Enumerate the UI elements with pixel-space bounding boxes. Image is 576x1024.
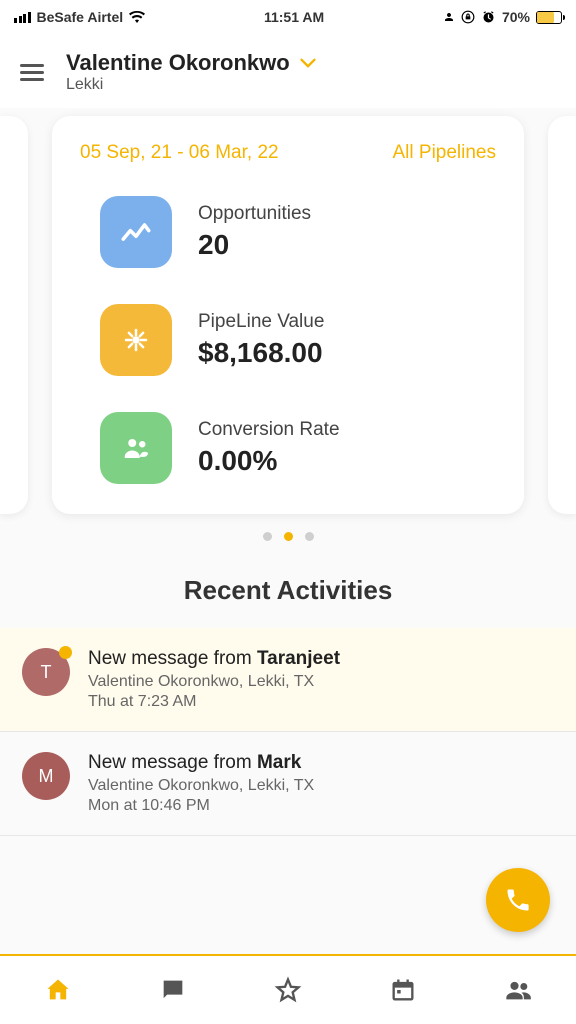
nav-contacts[interactable]	[503, 975, 533, 1005]
dot[interactable]	[263, 532, 272, 541]
menu-icon[interactable]	[20, 64, 44, 81]
person-icon	[443, 11, 455, 23]
nav-calendar[interactable]	[388, 975, 418, 1005]
app-header: Valentine Okoronkwo Lekki	[0, 34, 576, 108]
status-time: 11:51 AM	[264, 9, 324, 25]
phone-icon	[504, 886, 532, 914]
dot-active[interactable]	[284, 532, 293, 541]
lock-rotation-icon	[461, 10, 475, 24]
battery-percent: 70%	[502, 9, 530, 25]
pipelines-filter[interactable]: All Pipelines	[393, 142, 497, 164]
metric-label: Conversion Rate	[198, 419, 340, 441]
avatar: T	[22, 648, 70, 696]
people-icon	[504, 976, 532, 1004]
activity-time: Mon at 10:46 PM	[88, 797, 554, 815]
status-right: 70%	[443, 9, 562, 25]
metric-label: PipeLine Value	[198, 311, 324, 333]
activity-sub: Valentine Okoronkwo, Lekki, TX	[88, 673, 554, 691]
opportunities-icon	[100, 196, 172, 268]
user-location: Lekki	[66, 76, 316, 94]
section-title: Recent Activities	[0, 575, 576, 606]
signal-icon	[14, 12, 31, 23]
metric-label: Opportunities	[198, 203, 311, 225]
activity-title: New message from Taranjeet	[88, 648, 554, 670]
carousel-dots[interactable]	[0, 532, 576, 541]
calendar-icon	[389, 976, 417, 1004]
activity-item[interactable]: M New message from Mark Valentine Okoron…	[0, 732, 576, 836]
status-left: BeSafe Airtel	[14, 9, 145, 25]
battery-icon	[536, 11, 562, 24]
activity-sub: Valentine Okoronkwo, Lekki, TX	[88, 777, 554, 795]
carrier-label: BeSafe Airtel	[37, 9, 124, 25]
chevron-down-icon	[300, 58, 316, 68]
dot[interactable]	[305, 532, 314, 541]
nav-home[interactable]	[43, 975, 73, 1005]
chat-icon	[159, 976, 187, 1004]
pipeline-value-icon	[100, 304, 172, 376]
metric-value: 0.00%	[198, 445, 340, 477]
wifi-icon	[129, 11, 145, 23]
conversion-rate-icon	[100, 412, 172, 484]
card-peek-right	[548, 116, 576, 514]
card-peek-left	[0, 116, 28, 514]
metric-conversion-rate: Conversion Rate 0.00%	[80, 412, 496, 484]
activity-item[interactable]: T New message from Taranjeet Valentine O…	[0, 628, 576, 732]
avatar: M	[22, 752, 70, 800]
user-name: Valentine Okoronkwo	[66, 50, 290, 76]
user-selector[interactable]: Valentine Okoronkwo	[66, 50, 316, 76]
nav-messages[interactable]	[158, 975, 188, 1005]
activity-time: Thu at 7:23 AM	[88, 693, 554, 711]
dashboard-carousel[interactable]: 05 Sep, 21 - 06 Mar, 22 All Pipelines Op…	[0, 108, 576, 514]
alarm-icon	[481, 10, 496, 25]
metric-value: $8,168.00	[198, 337, 324, 369]
bottom-nav	[0, 954, 576, 1024]
metric-opportunities: Opportunities 20	[80, 196, 496, 268]
dashboard-card: 05 Sep, 21 - 06 Mar, 22 All Pipelines Op…	[52, 116, 524, 514]
nav-favorites[interactable]	[273, 975, 303, 1005]
date-range[interactable]: 05 Sep, 21 - 06 Mar, 22	[80, 142, 279, 164]
call-fab[interactable]	[486, 868, 550, 932]
metric-pipeline-value: PipeLine Value $8,168.00	[80, 304, 496, 376]
unread-badge	[59, 646, 72, 659]
star-icon	[274, 976, 302, 1004]
status-bar: BeSafe Airtel 11:51 AM 70%	[0, 0, 576, 34]
home-icon	[44, 976, 72, 1004]
activity-title: New message from Mark	[88, 752, 554, 774]
metric-value: 20	[198, 229, 311, 261]
